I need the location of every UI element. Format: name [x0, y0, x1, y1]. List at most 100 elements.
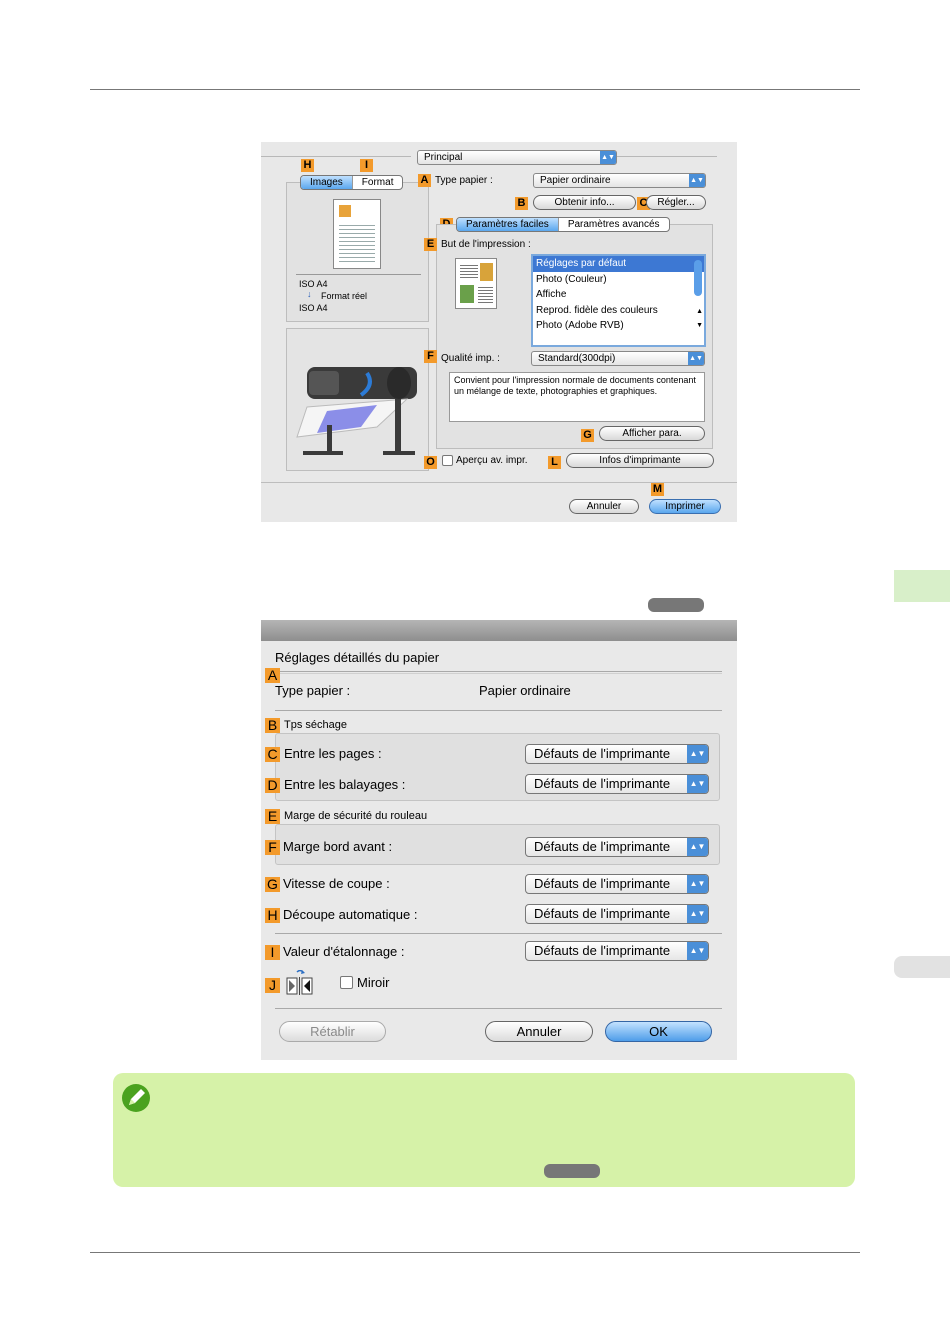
purpose-thumbnail — [455, 258, 497, 309]
infos-imprimante-button[interactable]: Infos d'imprimante — [566, 453, 714, 468]
marge-securite-label: Marge de sécurité du rouleau — [284, 810, 428, 822]
vitesse-coupe-label: Vitesse de coupe : — [283, 876, 390, 891]
list-item[interactable]: Reprod. fidèle des couleurs — [533, 303, 704, 319]
popup-value: Défauts de l'imprimante — [534, 746, 671, 761]
type-papier-popup[interactable]: Papier ordinaire ▲▼ — [533, 173, 706, 188]
popup-arrows-icon: ▲▼ — [688, 352, 704, 365]
list-scrollbar-thumb[interactable] — [694, 260, 702, 296]
imprimer-button[interactable]: Imprimer — [649, 499, 721, 514]
principal-popup[interactable]: Principal ▲▼ — [417, 150, 617, 165]
annuler-button[interactable]: Annuler — [569, 499, 639, 514]
thumbnail-image-icon — [339, 205, 351, 217]
print-dialog-principal: Principal ▲▼ H I Images Format ISO A4 ↓ … — [261, 142, 737, 522]
note-box — [113, 1073, 855, 1187]
valeur-etalonnage-popup[interactable]: Défauts de l'imprimante ▲▼ — [525, 941, 709, 961]
marker-h: H — [265, 908, 280, 923]
tab-parametres-faciles[interactable]: Paramètres faciles — [457, 218, 559, 231]
preview-divider — [296, 274, 421, 275]
apercu-label: Aperçu av. impr. — [456, 455, 528, 466]
marker-d: D — [265, 778, 280, 793]
reference-pill[interactable] — [648, 598, 704, 612]
qualite-value: Standard(300dpi) — [538, 353, 616, 364]
images-format-tabs[interactable]: Images Format — [300, 175, 404, 190]
tab-images[interactable]: Images — [301, 176, 353, 189]
mirror-icon — [286, 969, 314, 1001]
regler-button[interactable]: Régler... — [646, 195, 706, 210]
apercu-checkbox[interactable] — [442, 455, 453, 466]
vitesse-coupe-popup[interactable]: Défauts de l'imprimante ▲▼ — [525, 874, 709, 894]
decoupe-auto-label: Découpe automatique : — [283, 907, 418, 922]
qualite-popup[interactable]: Standard(300dpi) ▲▼ — [531, 351, 705, 366]
retablir-button[interactable]: Rétablir — [279, 1021, 386, 1042]
purpose-text-lines-2 — [478, 285, 493, 303]
page-thumbnail — [333, 199, 381, 269]
marker-a: A — [418, 174, 431, 187]
marker-f: F — [265, 840, 280, 855]
marge-bord-avant-label: Marge bord avant : — [283, 839, 393, 854]
paper-size-line2: Format réel — [321, 291, 368, 301]
popup-value: Défauts de l'imprimante — [534, 839, 671, 854]
dialog-titlebar[interactable] — [261, 620, 737, 641]
popup-value: Défauts de l'imprimante — [534, 776, 671, 791]
popup-arrows-icon: ▲▼ — [687, 838, 708, 856]
marge-bord-avant-popup[interactable]: Défauts de l'imprimante ▲▼ — [525, 837, 709, 857]
heading-divider-2 — [275, 673, 722, 674]
scroll-up-icon[interactable]: ▲ — [696, 308, 703, 315]
valeur-etalonnage-label: Valeur d'étalonnage : — [283, 944, 405, 959]
principal-popup-label: Principal — [424, 152, 463, 163]
entre-balayages-popup[interactable]: Défauts de l'imprimante ▲▼ — [525, 774, 709, 794]
list-item[interactable]: Photo (Adobe RVB) — [533, 318, 704, 334]
printer-image-panel — [286, 328, 429, 471]
miroir-checkbox[interactable] — [340, 976, 353, 989]
entre-pages-label: Entre les pages : — [284, 746, 382, 761]
list-item[interactable]: Photo (Couleur) — [533, 272, 704, 288]
obtenir-info-button[interactable]: Obtenir info... — [533, 195, 636, 210]
chapter-side-tab[interactable] — [894, 570, 950, 602]
marker-a: A — [265, 668, 280, 683]
section-side-tab[interactable] — [894, 956, 950, 978]
marker-i: I — [360, 159, 373, 172]
tps-sechage-label: Tps séchage — [284, 719, 347, 731]
tab-parametres-avances[interactable]: Paramètres avancés — [559, 218, 669, 231]
ok-button[interactable]: OK — [605, 1021, 712, 1042]
popup-value: Défauts de l'imprimante — [534, 906, 671, 921]
list-item[interactable]: Réglages par défaut — [533, 256, 704, 272]
type-divider — [275, 710, 722, 711]
popup-arrows-icon: ▲▼ — [687, 745, 708, 763]
annuler-button[interactable]: Annuler — [485, 1021, 593, 1042]
bottom-divider — [261, 482, 737, 483]
scroll-down-icon[interactable]: ▼ — [696, 322, 703, 329]
note-pencil-icon — [119, 1083, 153, 1113]
note-reference-pill[interactable] — [544, 1164, 600, 1178]
type-papier-label: Type papier : — [275, 683, 351, 698]
popup-value: Défauts de l'imprimante — [534, 943, 671, 958]
marker-m: M — [651, 483, 664, 496]
top-divider-right — [617, 156, 717, 157]
footer-divider — [275, 1008, 722, 1009]
decoupe-auto-popup[interactable]: Défauts de l'imprimante ▲▼ — [525, 904, 709, 924]
parametres-tabs[interactable]: Paramètres faciles Paramètres avancés — [456, 217, 670, 232]
but-impression-label: But de l'impression : — [441, 239, 531, 250]
list-item[interactable]: Affiche — [533, 287, 704, 303]
popup-value: Défauts de l'imprimante — [534, 876, 671, 891]
afficher-para-button[interactable]: Afficher para. — [599, 426, 705, 441]
but-impression-list[interactable]: Réglages par défaut Photo (Couleur) Affi… — [531, 254, 706, 347]
footer-rule — [90, 1252, 860, 1253]
marker-i: I — [265, 945, 280, 960]
marker-e: E — [424, 238, 437, 251]
marker-l: L — [548, 456, 561, 469]
marker-c: C — [265, 747, 280, 762]
marker-b: B — [515, 197, 528, 210]
tab-format[interactable]: Format — [353, 176, 403, 189]
marker-j: J — [265, 978, 280, 993]
popup-arrows-icon: ▲▼ — [687, 905, 708, 923]
reglages-detailles-dialog: Réglages détaillés du papier A Type papi… — [261, 620, 737, 1060]
miroir-label: Miroir — [357, 975, 390, 990]
type-papier-label: Type papier : — [435, 175, 493, 186]
purpose-graphic-icon — [460, 285, 474, 303]
entre-pages-popup[interactable]: Défauts de l'imprimante ▲▼ — [525, 744, 709, 764]
popup-arrows-icon: ▲▼ — [687, 775, 708, 793]
header-rule — [90, 89, 860, 90]
purpose-text-lines — [460, 263, 478, 279]
popup-arrows-icon: ▲▼ — [687, 942, 708, 960]
